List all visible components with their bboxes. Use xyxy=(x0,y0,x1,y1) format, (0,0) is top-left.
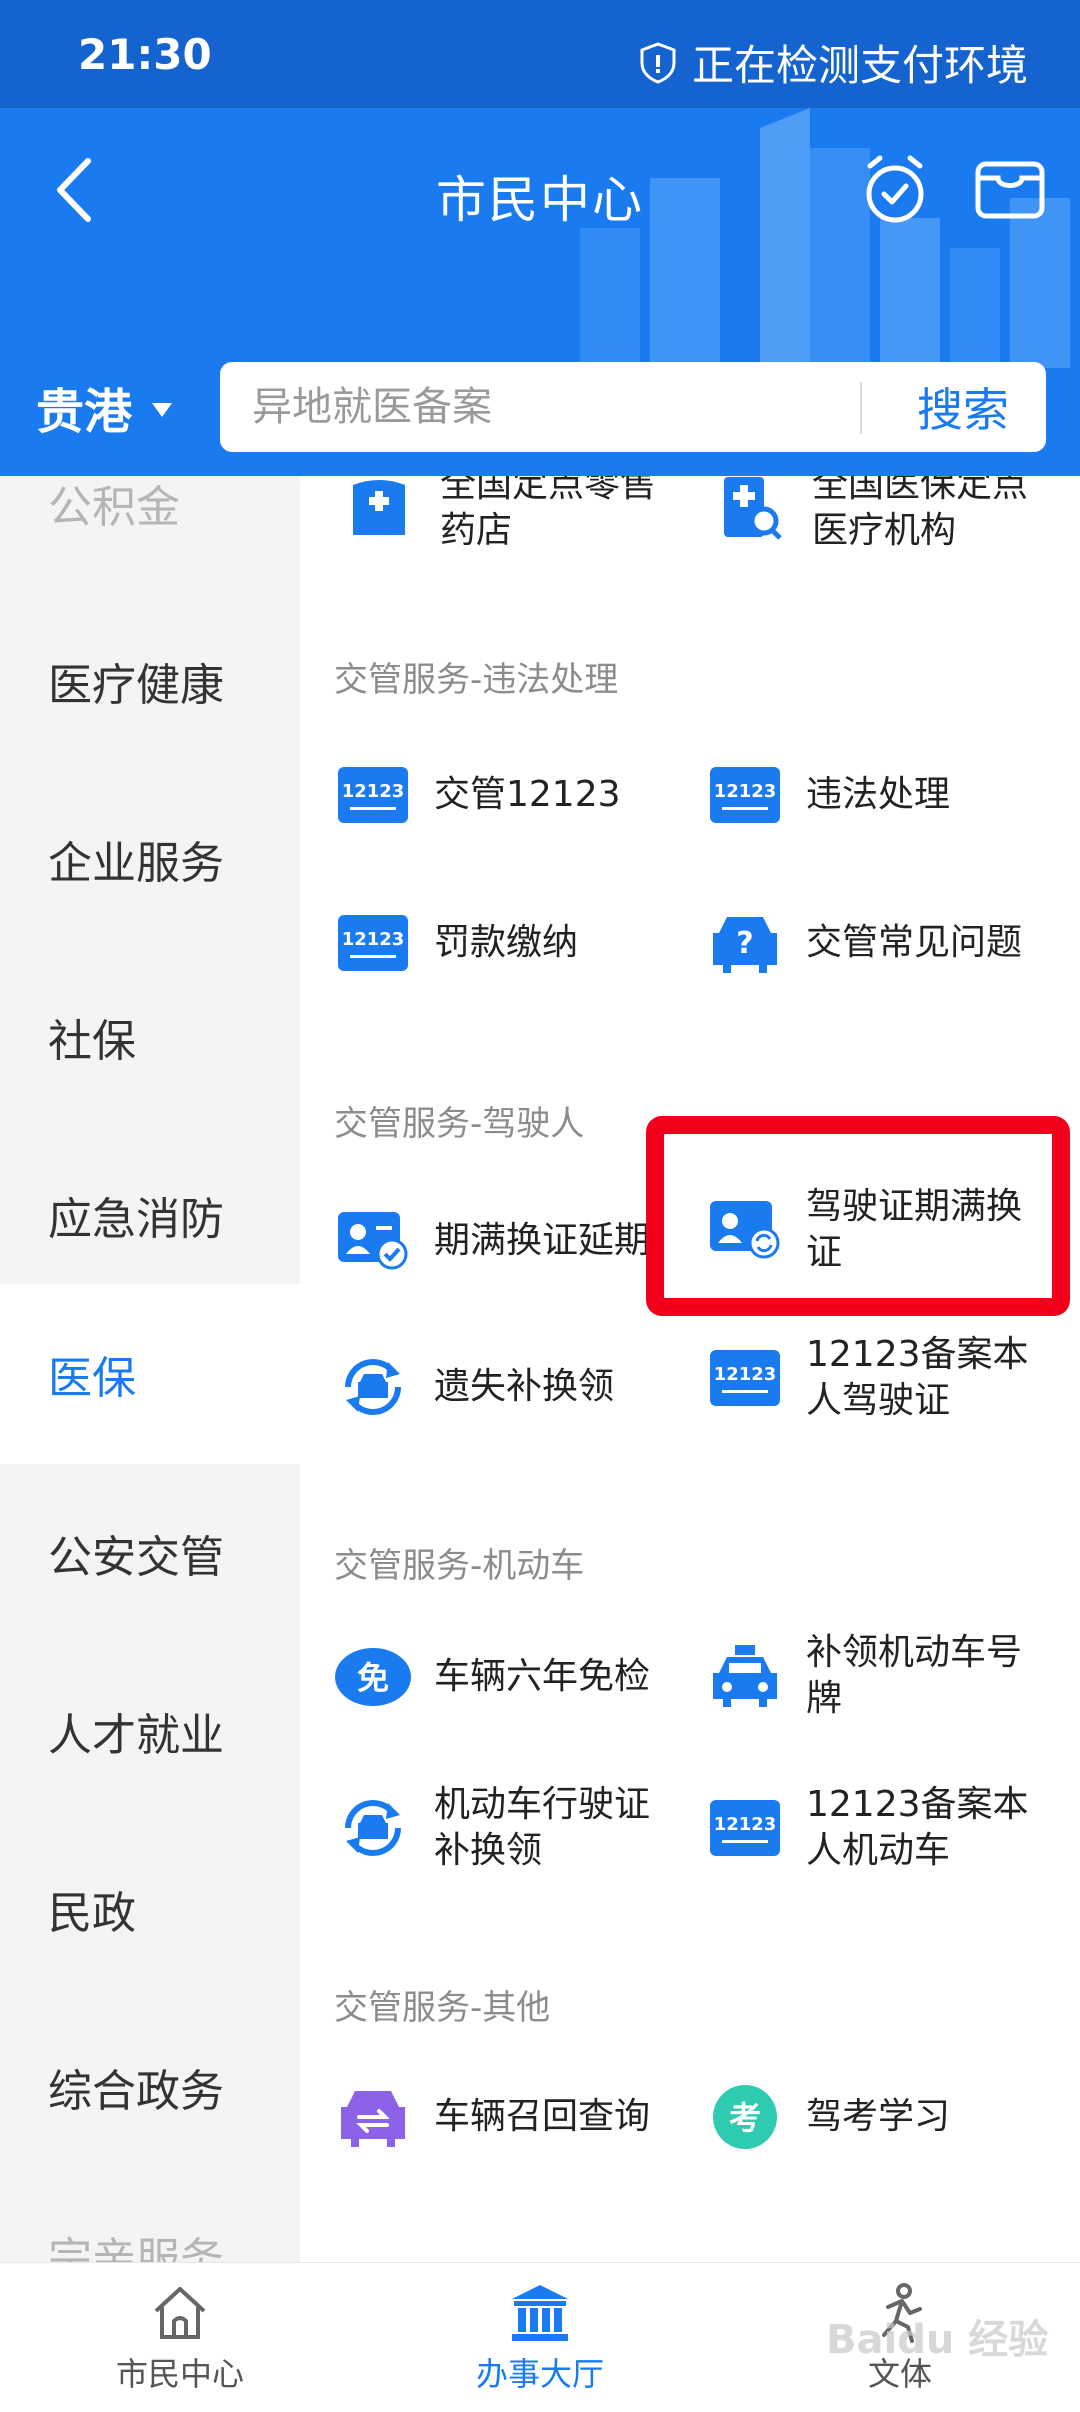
license-check-icon xyxy=(334,1202,412,1280)
service-violation-handling[interactable]: 12123 违法处理 xyxy=(706,756,1056,834)
service-fine-payment[interactable]: 12123 罚款缴纳 xyxy=(334,904,684,982)
taxi-icon xyxy=(706,1637,784,1715)
service-vehicle-recall[interactable]: 车辆召回查询 xyxy=(334,2078,684,2156)
service-label: 12123备案本人驾驶证 xyxy=(806,1334,1029,1421)
highlight-box xyxy=(646,1116,1070,1316)
section-title: 交管服务-其他 xyxy=(334,1988,551,2028)
traffic-12123-icon: 12123 xyxy=(706,1789,784,1867)
service-label: 全国医保定点医疗机构 xyxy=(812,476,1029,551)
search-divider xyxy=(860,382,862,434)
service-traffic-faq[interactable]: ? 交管常见问题 xyxy=(706,904,1056,982)
svg-text:免: 免 xyxy=(357,1659,389,1697)
traffic-12123-icon: 12123 xyxy=(706,756,784,834)
sidebar-item-general-affairs[interactable]: 综合政务 xyxy=(0,1998,300,2176)
section-title: 交管服务-机动车 xyxy=(334,1546,585,1586)
service-traffic-12123[interactable]: 12123 交管12123 xyxy=(334,756,684,834)
shield-icon xyxy=(640,41,676,84)
exempt-badge-icon: 免 xyxy=(334,1638,412,1716)
hospital-search-icon xyxy=(712,476,790,547)
service-label: 违法处理 xyxy=(806,774,951,815)
service-label: 车辆六年免检 xyxy=(434,1656,651,1697)
nav-service-hall[interactable]: 办事大厅 xyxy=(360,2263,720,2412)
status-bar: 21:30 正在检测支付环境 xyxy=(0,0,1080,108)
car-cycle-icon xyxy=(334,1789,412,1867)
service-list: 全国定点零售药店 全国医保定点医疗机构 交管服务-违法处理 12123 交管12… xyxy=(300,476,1080,2262)
service-medical-institutions[interactable]: 全国医保定点医疗机构 xyxy=(712,476,1062,554)
government-building-icon xyxy=(512,2285,568,2341)
svg-text:12123: 12123 xyxy=(342,781,405,802)
header: 21:30 正在检测支付环境 市民中心 贵港 异地就医备案 搜索 xyxy=(0,0,1080,476)
service-register-own-vehicle[interactable]: 12123 12123备案本人机动车 xyxy=(706,1782,1056,1874)
wallet-icon xyxy=(975,161,1045,219)
service-register-own-license[interactable]: 12123 12123备案本人驾驶证 xyxy=(706,1332,1056,1424)
search-button[interactable]: 搜索 xyxy=(880,362,1046,452)
sidebar-item-medical-health[interactable]: 医疗健康 xyxy=(0,592,300,770)
nav-label: 市民中心 xyxy=(115,2355,244,2393)
search-box: 搜索 xyxy=(220,362,1046,452)
caret-down-icon xyxy=(152,403,173,417)
wallet-button[interactable] xyxy=(974,154,1046,224)
sidebar-item-medical-insurance[interactable]: 医保 xyxy=(0,1284,300,1464)
alarm-button[interactable] xyxy=(860,150,930,230)
nav-citizen-center[interactable]: 市民中心 xyxy=(0,2263,360,2412)
sidebar-item-housing-fund[interactable]: 公积金 xyxy=(0,476,300,592)
service-label: 罚款缴纳 xyxy=(434,922,579,963)
service-label: 交管常见问题 xyxy=(806,922,1023,963)
svg-text:考: 考 xyxy=(729,2099,761,2137)
sidebar-item-enterprise[interactable]: 企业服务 xyxy=(0,770,300,948)
service-lost-replacement[interactable]: 遗失补换领 xyxy=(334,1348,684,1426)
traffic-12123-icon: 12123 xyxy=(334,756,412,834)
car-recall-icon xyxy=(334,2078,412,2156)
service-vehicle-license-replacement[interactable]: 机动车行驶证补换领 xyxy=(334,1782,684,1874)
sidebar-item-clan-services[interactable]: 宗亲服务 xyxy=(0,2166,300,2262)
service-label: 全国定点零售药店 xyxy=(440,476,657,551)
sidebar-item-employment[interactable]: 人才就业 xyxy=(0,1642,300,1820)
city-name: 贵港 xyxy=(36,384,133,440)
service-retail-pharmacy[interactable]: 全国定点零售药店 xyxy=(340,476,690,554)
security-status: 正在检测支付环境 xyxy=(638,32,1028,93)
traffic-12123-icon: 12123 xyxy=(706,1339,784,1417)
service-label: 遗失补换领 xyxy=(434,1366,615,1407)
svg-text:12123: 12123 xyxy=(342,929,405,950)
exam-badge-icon: 考 xyxy=(706,2078,784,2156)
car-cycle-icon xyxy=(334,1348,412,1426)
home-icon xyxy=(154,2287,206,2339)
service-label: 补领机动车号牌 xyxy=(806,1632,1023,1719)
service-label: 驾考学习 xyxy=(806,2096,951,2137)
sidebar-item-emergency[interactable]: 应急消防 xyxy=(0,1126,300,1304)
status-time: 21:30 xyxy=(78,30,212,79)
service-label: 车辆召回查询 xyxy=(434,2096,651,2137)
sidebar-item-civil-affairs[interactable]: 民政 xyxy=(0,1820,300,1998)
pharmacy-icon xyxy=(340,476,418,547)
sidebar-item-social-security[interactable]: 社保 xyxy=(0,948,300,1126)
service-expiry-renewal-extension[interactable]: 期满换证延期 xyxy=(334,1202,684,1280)
nav-label: 办事大厅 xyxy=(475,2355,604,2393)
service-label: 12123备案本人机动车 xyxy=(806,1784,1029,1871)
svg-text:12123: 12123 xyxy=(714,1364,777,1385)
watermark: Baidu 经验 xyxy=(826,2317,1049,2363)
svg-text:?: ? xyxy=(736,926,753,961)
security-status-text: 正在检测支付环境 xyxy=(691,41,1028,90)
traffic-12123-icon: 12123 xyxy=(334,904,412,982)
sidebar-item-traffic-police[interactable]: 公安交管 xyxy=(0,1464,300,1642)
car-question-icon: ? xyxy=(706,904,784,982)
svg-text:12123: 12123 xyxy=(714,1814,777,1835)
bottom-navigation: 市民中心 办事大厅 文体 Baidu 经验 xyxy=(0,2262,1080,2412)
svg-text:12123: 12123 xyxy=(714,781,777,802)
category-sidebar: 公积金 医疗健康 企业服务 社保 应急消防 医保 公安交管 人才就业 民政 综合… xyxy=(0,476,300,2262)
city-selector[interactable]: 贵港 xyxy=(36,372,173,442)
service-reissue-plate[interactable]: 补领机动车号牌 xyxy=(706,1630,1056,1722)
service-six-year-exemption[interactable]: 免 车辆六年免检 xyxy=(334,1638,684,1716)
title-bar: 市民中心 xyxy=(0,108,1080,268)
service-label: 交管12123 xyxy=(434,774,621,815)
alarm-clock-icon xyxy=(866,155,924,223)
service-label: 机动车行驶证补换领 xyxy=(434,1784,651,1871)
section-title: 交管服务-驾驶人 xyxy=(334,1104,585,1144)
section-title: 交管服务-违法处理 xyxy=(334,660,619,700)
service-driving-exam-study[interactable]: 考 驾考学习 xyxy=(706,2078,1056,2156)
search-input[interactable] xyxy=(252,380,852,434)
